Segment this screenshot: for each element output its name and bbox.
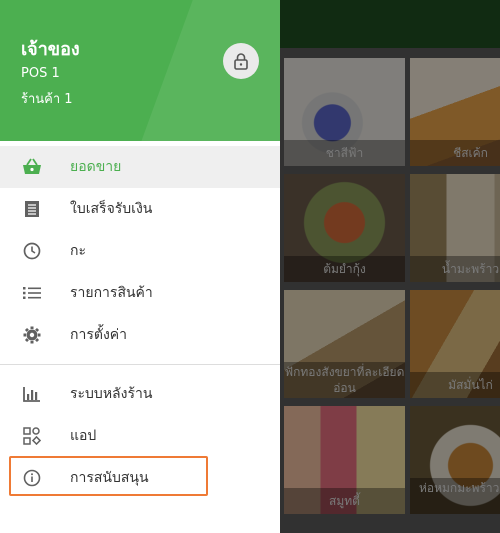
menu-item-shift[interactable]: กะ (0, 230, 280, 272)
menu-item-label: การตั้งค่า (70, 327, 128, 343)
store-name: ร้านค้า 1 (21, 92, 73, 107)
product-tile[interactable]: ชีสเค้ก (410, 58, 500, 166)
menu-item-settings[interactable]: การตั้งค่า (0, 314, 280, 356)
owner-name: เจ้าของ (21, 39, 80, 60)
menu-item-label: การสนับสนุน (70, 470, 149, 486)
menu-item-label: ยอดขาย (70, 159, 122, 175)
menu-item-sales[interactable]: ยอดขาย (0, 146, 280, 188)
menu-item-receipts[interactable]: ใบเสร็จรับเงิน (0, 188, 280, 230)
product-name: สมูทตี้ (284, 488, 405, 514)
menu-item-backoffice[interactable]: ระบบหลังร้าน (0, 373, 280, 415)
product-name: ห่อหมกมะพร้าวอ่อน (410, 478, 500, 514)
list-icon (21, 282, 43, 304)
basket-icon (21, 156, 43, 178)
product-name: ชาสีฟ้า (284, 140, 405, 166)
menu-item-label: ระบบหลังร้าน (70, 386, 153, 402)
drawer-header: เจ้าของ POS 1 ร้านค้า 1 (0, 0, 280, 141)
product-name: ชีสเค้ก (410, 140, 500, 166)
menu-item-items[interactable]: รายการสินค้า (0, 272, 280, 314)
product-name: มัสมั่นไก่ (410, 372, 500, 398)
product-tile[interactable]: ห่อหมกมะพร้าวอ่อน (410, 406, 500, 514)
lock-button[interactable] (223, 43, 259, 79)
product-grid: ชาสีฟ้า ชีสเค้ก ต้มยำกุ้ง น้ำมะพร้าว ฟัก… (280, 48, 500, 533)
lock-icon (234, 53, 248, 70)
menu-item-support[interactable]: การสนับสนุน (0, 457, 280, 499)
receipt-icon (21, 198, 43, 220)
menu-item-label: ใบเสร็จรับเงิน (70, 201, 153, 217)
menu-item-label: รายการสินค้า (70, 285, 153, 301)
product-tile[interactable]: สมูทตี้ (284, 406, 405, 514)
info-icon (21, 467, 43, 489)
apps-icon (21, 425, 43, 447)
product-tile[interactable]: มัสมั่นไก่ (410, 290, 500, 398)
drawer-menu: ยอดขาย ใบเสร็จรับเงิน กะ รายการสินค้า กา… (0, 146, 280, 499)
product-tile[interactable]: ฟักทองสังขยาที่ละเอียดอ่อน (284, 290, 405, 398)
bar-chart-icon (21, 383, 43, 405)
product-name: น้ำมะพร้าว (410, 256, 500, 282)
product-name: ฟักทองสังขยาที่ละเอียดอ่อน (284, 362, 405, 398)
menu-item-label: แอป (70, 428, 97, 444)
navigation-drawer: เจ้าของ POS 1 ร้านค้า 1 ยอดขาย ใบเสร็จรั… (0, 0, 280, 533)
menu-item-label: กะ (70, 243, 86, 259)
menu-divider (0, 364, 280, 365)
menu-item-apps[interactable]: แอป (0, 415, 280, 457)
product-tile[interactable]: น้ำมะพร้าว (410, 174, 500, 282)
product-name: ต้มยำกุ้ง (284, 256, 405, 282)
gear-icon (21, 324, 43, 346)
pos-name: POS 1 (21, 66, 60, 81)
product-tile[interactable]: ต้มยำกุ้ง (284, 174, 405, 282)
clock-icon (21, 240, 43, 262)
product-tile[interactable]: ชาสีฟ้า (284, 58, 405, 166)
